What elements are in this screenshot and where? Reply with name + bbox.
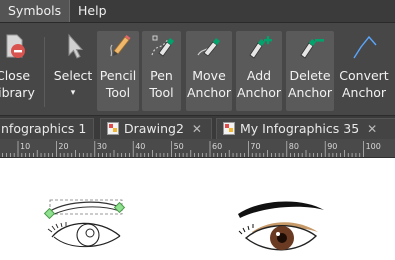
ruler-label: 50	[174, 142, 184, 151]
pen-tool-label: Pen Tool	[149, 68, 174, 100]
drawing-canvas[interactable]	[0, 158, 395, 260]
move-anchor-label: Move Anchor	[186, 68, 232, 100]
tab-label: My Infographics 35	[240, 121, 360, 136]
convert-anchor-label: Convert Anchor	[339, 68, 389, 100]
tab-infographics-1[interactable]: nfographics 1 ✕	[0, 118, 94, 139]
ruler-label: 20	[58, 142, 68, 151]
pencil-tool-button[interactable]: Pencil Tool	[97, 31, 139, 111]
delete-anchor-label: Delete Anchor	[287, 68, 333, 100]
select-label: Select	[53, 68, 93, 83]
select-button[interactable]: Select ▾	[51, 31, 95, 111]
close-library-button[interactable]: Close Library	[0, 31, 38, 111]
ruler-label: 80	[289, 142, 299, 151]
delete-anchor-button[interactable]: Delete Anchor	[286, 31, 334, 111]
menu-help[interactable]: Help	[70, 0, 115, 22]
move-anchor-icon	[186, 31, 232, 61]
add-anchor-icon	[236, 31, 282, 61]
delete-anchor-icon	[286, 31, 334, 61]
convert-anchor-button[interactable]: Convert Anchor	[337, 31, 391, 111]
document-tab-bar: nfographics 1 ✕ Drawing2 ✕ My Infographics…	[0, 115, 395, 139]
tab-my-infographics-35[interactable]: My Infographics 35 ✕	[216, 118, 395, 139]
pencil-icon	[97, 31, 139, 61]
close-icon[interactable]: ✕	[92, 119, 93, 139]
pen-tool-button[interactable]: Pen Tool	[142, 31, 181, 111]
ruler-label: 100	[366, 142, 381, 151]
add-anchor-button[interactable]: Add Anchor	[236, 31, 282, 111]
select-dropdown-icon[interactable]: ▾	[51, 88, 95, 98]
ruler-label: 40	[135, 142, 145, 151]
document-icon	[223, 121, 235, 135]
eye-outline-shape[interactable]	[40, 194, 135, 256]
close-library-icon	[0, 31, 38, 61]
ruler-label: 30	[97, 142, 107, 151]
pencil-tool-label: Pencil Tool	[99, 68, 137, 100]
ribbon-separator	[44, 37, 45, 107]
convert-anchor-icon	[337, 31, 391, 61]
horizontal-ruler: 10 20 30 40 50 60 70 80 90 100	[0, 139, 395, 158]
eye-colored-shape[interactable]	[232, 198, 332, 258]
ruler-ticks: 10 20 30 40 50 60 70 80 90 100	[2, 141, 381, 157]
select-arrow-icon	[51, 31, 95, 61]
pen-tool-icon	[142, 31, 181, 61]
ruler-label: 90	[327, 142, 337, 151]
move-anchor-button[interactable]: Move Anchor	[186, 31, 232, 111]
tab-drawing2[interactable]: Drawing2 ✕	[100, 118, 212, 139]
ruler-label: 70	[250, 142, 260, 151]
menu-bar: Symbols Help	[0, 0, 395, 23]
document-icon	[107, 121, 119, 135]
menu-symbols[interactable]: Symbols	[0, 0, 71, 22]
ribbon-toolbar: Close Library Select ▾ Pencil Tool	[0, 23, 395, 115]
close-icon[interactable]: ✕	[365, 119, 379, 139]
tab-label: Drawing2	[124, 121, 184, 136]
close-icon[interactable]: ✕	[190, 119, 204, 139]
add-anchor-label: Add Anchor	[236, 68, 282, 100]
ruler-label: 10	[20, 142, 30, 151]
close-library-label: Close Library	[0, 68, 35, 100]
tab-label: nfographics 1	[1, 121, 87, 136]
ruler-label: 60	[212, 142, 222, 151]
